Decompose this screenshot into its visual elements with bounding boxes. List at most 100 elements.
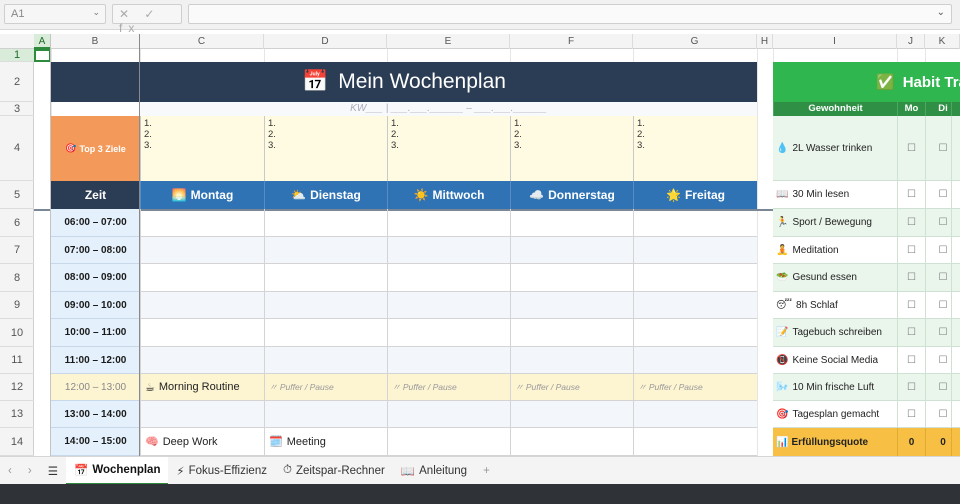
sheet-tab-zeitspar-rechner[interactable]: ⏱ Zeitspar-Rechner: [275, 457, 393, 485]
column-header-i[interactable]: I: [773, 34, 897, 49]
goal-box-donnerstag[interactable]: 1. 2. 3.: [510, 116, 633, 181]
habit-checkbox[interactable]: ☐: [897, 181, 925, 209]
habit-checkbox[interactable]: ☐: [897, 401, 925, 428]
row-header-4[interactable]: 4: [0, 116, 34, 181]
schedule-cell[interactable]: [264, 347, 387, 374]
sheet-tab-anleitung[interactable]: 📖 Anleitung: [393, 457, 475, 485]
sheet-list-icon[interactable]: ☰: [40, 457, 66, 485]
schedule-cell[interactable]: [387, 428, 510, 456]
schedule-cell[interactable]: [510, 428, 633, 456]
row-header-12[interactable]: 12: [0, 374, 34, 401]
expand-formula-icon[interactable]: ⌄: [937, 7, 945, 18]
goal-box-mittwoch[interactable]: 1. 2. 3.: [387, 116, 510, 181]
schedule-cell[interactable]: [387, 209, 510, 237]
schedule-cell[interactable]: [140, 237, 264, 264]
schedule-cell[interactable]: 〃 Puffer / Pause: [387, 374, 510, 401]
column-header-d[interactable]: D: [264, 34, 387, 49]
selected-cell-a1[interactable]: [34, 49, 51, 62]
formula-input[interactable]: ⌄: [188, 4, 952, 24]
habit-checkbox[interactable]: [951, 116, 960, 181]
habit-checkbox[interactable]: [951, 292, 960, 319]
schedule-cell[interactable]: 🧠 Deep Work: [140, 428, 264, 456]
goal-box-dienstag[interactable]: 1. 2. 3.: [264, 116, 387, 181]
schedule-cell[interactable]: [510, 292, 633, 319]
schedule-cell[interactable]: [140, 347, 264, 374]
column-header-c[interactable]: C: [140, 34, 264, 49]
schedule-cell[interactable]: ☕ Morning Routine: [140, 374, 264, 401]
schedule-cell[interactable]: [633, 401, 757, 428]
column-header-k[interactable]: K: [925, 34, 960, 49]
add-sheet-icon[interactable]: +: [475, 457, 498, 485]
row-header-3[interactable]: 3: [0, 102, 34, 116]
schedule-cell[interactable]: [140, 319, 264, 347]
column-header-j[interactable]: J: [897, 34, 925, 49]
schedule-cell[interactable]: 〃 Puffer / Pause: [633, 374, 757, 401]
schedule-cell[interactable]: [387, 347, 510, 374]
schedule-cell[interactable]: [510, 209, 633, 237]
column-header-f[interactable]: F: [510, 34, 633, 49]
schedule-cell[interactable]: [633, 292, 757, 319]
habit-checkbox[interactable]: ☐: [897, 209, 925, 237]
goal-box-montag[interactable]: 1. 2. 3.: [140, 116, 264, 181]
habit-checkbox[interactable]: [951, 374, 960, 401]
schedule-cell[interactable]: [140, 401, 264, 428]
sheet-tab-fokus-effizienz[interactable]: ⚡ Fokus-Effizienz: [168, 457, 274, 485]
habit-checkbox[interactable]: [951, 319, 960, 347]
row-header-6[interactable]: 6: [0, 209, 34, 237]
column-header-a[interactable]: A: [34, 34, 51, 49]
schedule-cell[interactable]: [633, 237, 757, 264]
schedule-cell[interactable]: [387, 237, 510, 264]
schedule-cell[interactable]: [387, 319, 510, 347]
row-header-8[interactable]: 8: [0, 264, 34, 292]
chevron-down-icon[interactable]: ⌄: [92, 7, 100, 18]
schedule-cell[interactable]: 〃 Puffer / Pause: [510, 374, 633, 401]
column-header-h[interactable]: H: [757, 34, 773, 49]
schedule-cell[interactable]: 🗓️ Meeting: [264, 428, 387, 456]
habit-checkbox[interactable]: ☐: [897, 319, 925, 347]
habit-checkbox[interactable]: ☐: [897, 292, 925, 319]
schedule-cell[interactable]: [264, 237, 387, 264]
schedule-cell[interactable]: [387, 401, 510, 428]
schedule-cell[interactable]: [387, 264, 510, 292]
name-box[interactable]: A1 ⌄: [4, 4, 106, 24]
habit-checkbox[interactable]: ☐: [897, 116, 925, 181]
habit-checkbox[interactable]: [951, 401, 960, 428]
row-header-10[interactable]: 10: [0, 319, 34, 347]
row-header-9[interactable]: 9: [0, 292, 34, 319]
column-header-g[interactable]: G: [633, 34, 757, 49]
schedule-cell[interactable]: [510, 237, 633, 264]
schedule-cell[interactable]: [264, 319, 387, 347]
schedule-cell[interactable]: [510, 264, 633, 292]
formula-tools[interactable]: ✕ ✓ fx: [112, 4, 182, 35]
schedule-cell[interactable]: [264, 401, 387, 428]
habit-checkbox[interactable]: [951, 347, 960, 374]
schedule-cell[interactable]: [387, 292, 510, 319]
habit-checkbox[interactable]: [951, 237, 960, 264]
habit-checkbox[interactable]: ☐: [897, 347, 925, 374]
row-header-11[interactable]: 11: [0, 347, 34, 374]
next-sheet-icon[interactable]: ›: [20, 457, 40, 485]
habit-checkbox[interactable]: ☐: [897, 264, 925, 292]
sheet-tab-wochenplan[interactable]: 📅 Wochenplan: [66, 456, 169, 485]
row-header-2[interactable]: 2: [0, 62, 34, 102]
habit-checkbox[interactable]: [951, 209, 960, 237]
row-header-14[interactable]: 14: [0, 428, 34, 456]
schedule-cell[interactable]: [633, 319, 757, 347]
schedule-cell[interactable]: [140, 292, 264, 319]
schedule-cell[interactable]: [633, 428, 757, 456]
schedule-cell[interactable]: [510, 401, 633, 428]
schedule-cell[interactable]: [510, 319, 633, 347]
habit-checkbox[interactable]: [951, 181, 960, 209]
schedule-cell[interactable]: [140, 264, 264, 292]
habit-checkbox[interactable]: ☐: [897, 237, 925, 264]
schedule-cell[interactable]: [633, 264, 757, 292]
schedule-cell[interactable]: [264, 292, 387, 319]
prev-sheet-icon[interactable]: ‹: [0, 457, 20, 485]
row-header-5[interactable]: 5: [0, 181, 34, 209]
schedule-cell[interactable]: [633, 209, 757, 237]
habit-checkbox[interactable]: [951, 264, 960, 292]
row-header-7[interactable]: 7: [0, 237, 34, 264]
column-header-e[interactable]: E: [387, 34, 510, 49]
row-header-1[interactable]: 1: [0, 49, 34, 62]
schedule-cell[interactable]: [633, 347, 757, 374]
